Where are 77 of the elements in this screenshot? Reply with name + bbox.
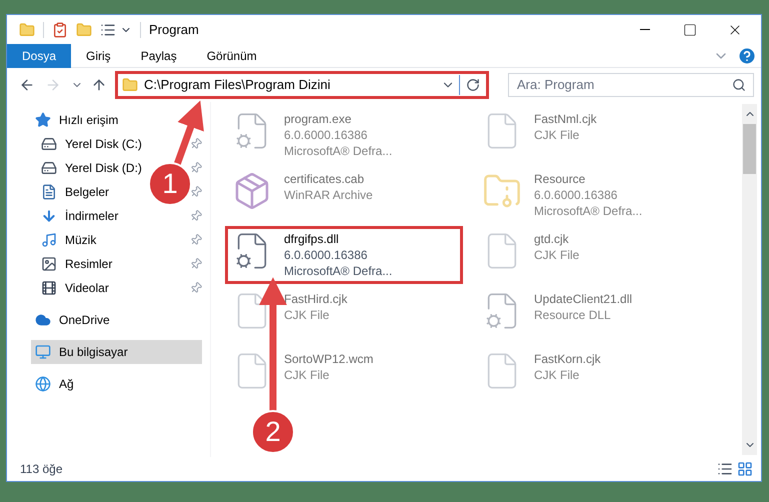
sidebar-item[interactable]: Bu bilgisayar xyxy=(31,340,202,364)
sidebar-item[interactable]: Yerel Disk (D:) xyxy=(37,156,146,180)
ribbon-tab[interactable]: Giriş xyxy=(71,44,126,68)
file-detail: MicrosoftA® Defra... xyxy=(284,143,392,159)
file-detail: Resource DLL xyxy=(534,307,612,323)
view-icon[interactable] xyxy=(100,22,116,38)
file-detail: CJK File xyxy=(284,307,330,323)
network-icon xyxy=(35,376,51,392)
document-icon xyxy=(41,184,57,200)
back-icon[interactable] xyxy=(19,77,35,93)
sidebar-item[interactable]: Müzik xyxy=(37,228,100,252)
address-field[interactable]: C:\Program Files\Program Dizini xyxy=(115,71,489,99)
file-name: certificates.cab xyxy=(284,171,366,187)
help-icon[interactable] xyxy=(737,46,757,66)
file-name: program.exe xyxy=(284,111,352,127)
file-item[interactable]: UpdateClient21.dll Resource DLL xyxy=(475,286,713,344)
file-name: FastNml.cjk xyxy=(534,111,597,127)
picture-icon xyxy=(41,256,57,272)
file-detail: MicrosoftA® Defra... xyxy=(534,203,642,219)
file-detail: MicrosoftA® Defra... xyxy=(284,263,392,279)
file-detail: CJK File xyxy=(534,127,580,143)
sidebar-item[interactable]: Hızlı erişim xyxy=(31,108,202,132)
file-name: FastHird.cjk xyxy=(284,291,348,307)
file-item[interactable]: program.exe 6.0.6000.16386 MicrosoftA® Defra... xyxy=(225,106,463,164)
cloud-icon xyxy=(35,312,51,328)
search-icon[interactable] xyxy=(732,78,746,92)
sidebar-item[interactable]: Ağ xyxy=(31,372,202,396)
drive-icon xyxy=(41,160,57,176)
file-detail: 6.0.6000.16386 xyxy=(284,247,368,263)
file-detail: 6.0.6000.16386 xyxy=(284,127,368,143)
file-name: dfrgifps.dll xyxy=(284,231,340,247)
sidebar-item[interactable]: Belgeler xyxy=(37,180,114,204)
star-icon xyxy=(35,112,51,128)
up-icon[interactable] xyxy=(91,77,107,93)
file-item[interactable]: Resource 6.0.6000.16386 MicrosoftA® Defra... xyxy=(475,166,713,224)
sidebar-item[interactable]: Resimler xyxy=(37,252,116,276)
file-name: SortoWP12.wcm xyxy=(284,351,374,367)
file-name: UpdateClient21.dll xyxy=(534,291,632,307)
scroll-thumb[interactable] xyxy=(743,124,756,174)
address-path: C:\Program Files\Program Dizini xyxy=(144,76,332,94)
file-item[interactable]: FastKorn.cjk CJK File xyxy=(475,346,713,404)
sidebar-item[interactable]: Yerel Disk (C:) xyxy=(37,132,146,156)
properties-icon[interactable] xyxy=(52,22,68,38)
maximize-icon xyxy=(682,22,696,36)
file-item[interactable]: gtd.cjk CJK File xyxy=(475,226,713,284)
ribbon-tab[interactable]: Paylaş xyxy=(126,44,192,68)
music-note-icon xyxy=(41,232,57,248)
file-detail: 6.0.6000.16386 xyxy=(534,187,618,203)
sidebar-item[interactable]: OneDrive xyxy=(31,308,202,332)
file-item[interactable]: FastHird.cjk CJK File xyxy=(225,286,463,344)
file-name: Resource xyxy=(534,171,586,187)
film-icon xyxy=(41,280,57,296)
item-count: 113 öğe xyxy=(20,461,62,478)
ribbon-tab[interactable]: Dosya xyxy=(7,44,72,68)
scrollbar[interactable] xyxy=(742,104,757,455)
ribbon-tab[interactable]: Görünüm xyxy=(192,44,272,68)
drive-icon xyxy=(41,136,57,152)
file-name: gtd.cjk xyxy=(534,231,570,247)
file-detail: WinRAR Archive xyxy=(284,187,373,203)
file-detail: CJK File xyxy=(534,367,580,383)
file-detail: CJK File xyxy=(534,247,580,263)
window-title: Program xyxy=(149,20,199,39)
folder-icon xyxy=(122,77,138,93)
file-item[interactable]: SortoWP12.wcm CJK File xyxy=(225,346,463,404)
refresh-icon[interactable] xyxy=(466,78,480,92)
computer-icon xyxy=(35,344,51,360)
icons-view-icon[interactable] xyxy=(737,461,753,477)
file-item[interactable]: dfrgifps.dll 6.0.6000.16386 MicrosoftA® Defra... xyxy=(225,226,463,284)
minimize-icon xyxy=(640,29,650,30)
search-field[interactable]: Ara: Program xyxy=(508,72,754,97)
file-item[interactable]: certificates.cab WinRAR Archive xyxy=(225,166,463,224)
file-name: FastKorn.cjk xyxy=(534,351,601,367)
sidebar-item[interactable]: İndirmeler xyxy=(37,204,122,228)
details-view-icon[interactable] xyxy=(717,461,733,477)
file-item[interactable]: FastNml.cjk CJK File xyxy=(475,106,713,164)
file-detail: CJK File xyxy=(284,367,330,383)
sidebar-item[interactable]: Videolar xyxy=(37,276,113,300)
